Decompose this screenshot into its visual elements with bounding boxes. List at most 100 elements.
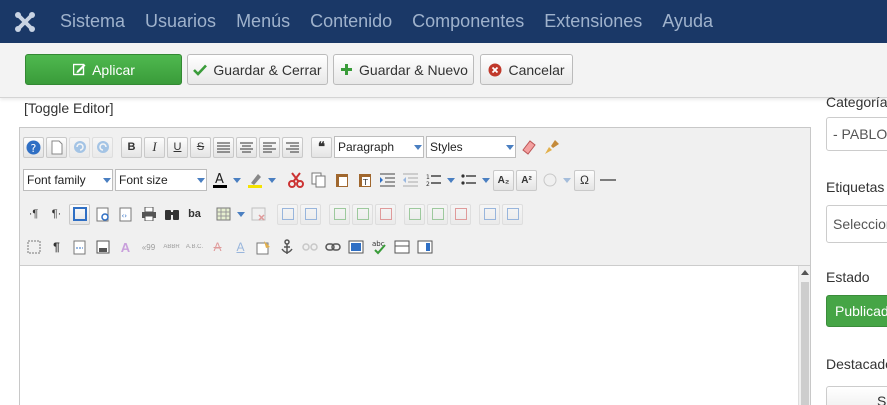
print-icon[interactable]: [138, 204, 159, 225]
nav-contenido[interactable]: Contenido: [300, 0, 402, 43]
image-icon[interactable]: [345, 237, 366, 258]
text-color-dropdown-icon[interactable]: [232, 170, 242, 191]
insert-row-before-icon[interactable]: [329, 203, 350, 225]
delete-row-icon[interactable]: [375, 203, 396, 225]
del-icon[interactable]: A: [207, 237, 228, 258]
horizontal-rule-icon[interactable]: [597, 170, 618, 191]
cell-props-icon[interactable]: [300, 203, 321, 225]
joomla-logo-icon[interactable]: [0, 0, 50, 43]
apply-button[interactable]: Aplicar: [25, 54, 182, 85]
visual-aid-icon[interactable]: [23, 237, 44, 258]
link-icon[interactable]: [322, 237, 343, 258]
paste-icon[interactable]: [331, 170, 352, 191]
acronym-icon[interactable]: A.B.C.: [184, 237, 205, 258]
media-icon[interactable]: [414, 237, 435, 258]
scroll-thumb[interactable]: [801, 282, 809, 405]
bullet-list-icon[interactable]: [458, 170, 479, 191]
search-icon[interactable]: [161, 204, 182, 225]
new-document-icon[interactable]: [46, 136, 67, 158]
italic-button[interactable]: I: [144, 136, 165, 158]
page-break-icon[interactable]: [69, 237, 90, 258]
nav-menus[interactable]: Menús: [226, 0, 300, 43]
styles-select[interactable]: Styles: [426, 136, 516, 158]
preview-icon[interactable]: [92, 204, 113, 225]
delete-col-icon[interactable]: [450, 203, 471, 225]
toggle-editor-link[interactable]: [Toggle Editor]: [24, 100, 114, 116]
indent-icon[interactable]: [377, 170, 398, 191]
abbr-icon[interactable]: ABBR: [161, 237, 182, 258]
bullet-list-dropdown-icon[interactable]: [481, 170, 491, 191]
replace-button[interactable]: ba: [184, 204, 205, 225]
cite-icon[interactable]: «99: [138, 237, 159, 258]
show-blocks-icon[interactable]: ¶: [46, 237, 67, 258]
rtl-icon[interactable]: ¶·: [46, 204, 67, 225]
save-new-button[interactable]: Guardar & Nuevo: [333, 54, 474, 85]
tags-input[interactable]: Seleccione: [826, 205, 887, 243]
scroll-up-icon[interactable]: [801, 270, 809, 275]
ins-icon[interactable]: A: [230, 237, 251, 258]
styleprops-icon[interactable]: A: [115, 237, 136, 258]
merge-cells-icon[interactable]: [502, 203, 523, 225]
blockquote-button[interactable]: ❝: [311, 136, 332, 158]
undo-icon[interactable]: [69, 136, 90, 158]
highlight-dropdown-icon[interactable]: [267, 170, 277, 191]
anchor-icon[interactable]: [276, 237, 297, 258]
fullscreen-icon[interactable]: [69, 203, 90, 225]
format-select[interactable]: Paragraph: [334, 136, 424, 158]
table-dropdown-icon[interactable]: [236, 204, 246, 225]
emoticon-dropdown-icon[interactable]: [562, 170, 572, 191]
nav-usuarios[interactable]: Usuarios: [135, 0, 226, 43]
insert-col-before-icon[interactable]: [404, 203, 425, 225]
font-family-select[interactable]: Font family: [23, 169, 113, 191]
layer-icon[interactable]: [391, 237, 412, 258]
row-props-icon[interactable]: [277, 203, 298, 225]
highlight-icon[interactable]: [244, 170, 265, 191]
spellcheck-icon[interactable]: abc: [368, 237, 389, 258]
text-color-icon[interactable]: A: [209, 170, 230, 191]
outdent-icon[interactable]: [400, 170, 421, 191]
font-size-select[interactable]: Font size: [115, 169, 207, 191]
numbered-list-dropdown-icon[interactable]: [446, 170, 456, 191]
special-char-button[interactable]: Ω: [574, 169, 595, 191]
nav-ayuda[interactable]: Ayuda: [652, 0, 723, 43]
nav-sistema[interactable]: Sistema: [50, 0, 135, 43]
cancel-button[interactable]: Cancelar: [480, 54, 573, 85]
align-left-icon[interactable]: [259, 136, 280, 158]
split-cells-icon[interactable]: [479, 203, 500, 225]
brush-icon[interactable]: [541, 137, 562, 158]
copy-icon[interactable]: [308, 170, 329, 191]
editor-scrollbar[interactable]: [798, 266, 810, 405]
superscript-button[interactable]: A²: [516, 169, 537, 191]
insert-row-after-icon[interactable]: [352, 203, 373, 225]
numbered-list-icon[interactable]: 12: [423, 170, 444, 191]
align-center-icon[interactable]: [236, 136, 257, 158]
editor-content-area[interactable]: [20, 266, 798, 405]
insert-col-after-icon[interactable]: [427, 203, 448, 225]
subscript-button[interactable]: A₂: [493, 169, 514, 191]
nav-extensiones[interactable]: Extensiones: [534, 0, 652, 43]
justify-icon[interactable]: [213, 136, 234, 158]
featured-select[interactable]: Sí: [826, 386, 887, 405]
nav-componentes[interactable]: Componentes: [402, 0, 534, 43]
delete-table-icon[interactable]: [248, 204, 269, 225]
eraser-icon[interactable]: [518, 137, 539, 158]
help-icon[interactable]: ?: [23, 136, 44, 158]
strikethrough-button[interactable]: S: [190, 136, 211, 158]
unlink-icon[interactable]: [299, 237, 320, 258]
align-right-icon[interactable]: [282, 136, 303, 158]
bold-button[interactable]: B: [121, 136, 142, 158]
svg-text:‹›: ‹›: [121, 212, 127, 220]
table-icon[interactable]: [213, 204, 234, 225]
category-select[interactable]: - PABLO: [826, 117, 887, 151]
ltr-icon[interactable]: ·¶: [23, 204, 44, 225]
code-icon[interactable]: ‹›: [115, 204, 136, 225]
underline-button[interactable]: U: [167, 136, 188, 158]
cut-icon[interactable]: [285, 170, 306, 191]
save-close-button[interactable]: Guardar & Cerrar: [187, 54, 328, 85]
status-select[interactable]: Publicado: [826, 295, 887, 327]
paste-text-icon[interactable]: T: [354, 170, 375, 191]
redo-icon[interactable]: [92, 136, 113, 158]
template-icon[interactable]: [92, 237, 113, 258]
attributes-icon[interactable]: [253, 237, 274, 258]
emoticon-icon[interactable]: [539, 170, 560, 191]
